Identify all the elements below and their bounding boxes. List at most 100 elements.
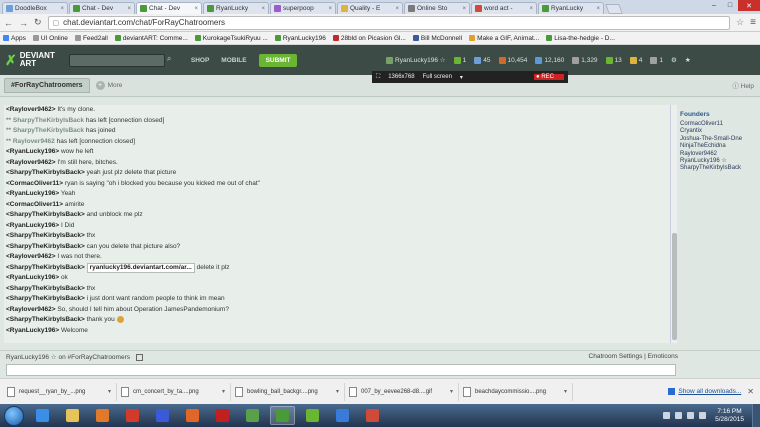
show-all-downloads-link[interactable]: Show all downloads...: [668, 388, 741, 395]
member-item[interactable]: Cryantix: [680, 128, 758, 135]
mobile-link[interactable]: MOBILE: [221, 57, 246, 64]
chat-username[interactable]: <Raylover9462>: [6, 159, 56, 166]
chat-username[interactable]: <CormacOliver11>: [6, 201, 63, 208]
header-stat[interactable]: 45: [474, 56, 491, 64]
chat-username[interactable]: <SharpyTheKirbyIsBack>: [6, 285, 85, 292]
browser-tab[interactable]: Chat - Dev ×: [69, 2, 135, 14]
header-stat[interactable]: 4: [629, 56, 642, 64]
chevron-down-icon[interactable]: ▾: [222, 388, 225, 395]
browser-tab[interactable]: RyanLucky ×: [538, 2, 604, 14]
record-button[interactable]: ● REC: [534, 74, 564, 80]
bookmark-item[interactable]: Apps: [3, 35, 26, 42]
deviantart-logo[interactable]: ✗ DEVIANT ART: [5, 52, 55, 68]
chat-username[interactable]: <SharpyTheKirbyIsBack>: [6, 295, 85, 302]
tab-close-icon[interactable]: ×: [58, 6, 64, 12]
user-menu[interactable]: RyanLucky196 ☆: [386, 56, 446, 64]
chat-username[interactable]: ** SharpyTheKirbyIsBack: [6, 117, 84, 124]
chevron-down-icon[interactable]: ▾: [450, 388, 453, 395]
maximize-icon[interactable]: □: [722, 0, 738, 11]
close-icon[interactable]: ✕: [738, 0, 760, 11]
chatroom-links[interactable]: Chatroom Settings | Emoticons: [589, 353, 678, 360]
scrollbar-thumb[interactable]: [672, 233, 677, 340]
bookmark-item[interactable]: Lisa-the-hedgie - D...: [546, 35, 615, 42]
chat-username[interactable]: <SharpyTheKirbyIsBack>: [6, 316, 85, 323]
tab-close-icon[interactable]: ×: [460, 6, 466, 12]
taskbar-app[interactable]: [210, 406, 235, 425]
bookmark-item[interactable]: RyanLucky196: [274, 35, 326, 42]
taskbar-app[interactable]: [120, 406, 145, 425]
download-item[interactable]: request__ryan_by_...png ▾: [3, 382, 117, 401]
bookmark-item[interactable]: Bill McDonnell: [412, 35, 462, 42]
chat-username[interactable]: <Raylover9462>: [6, 106, 56, 113]
chevron-down-icon[interactable]: ▾: [108, 388, 111, 395]
chat-username[interactable]: <SharpyTheKirbyIsBack>: [6, 211, 85, 218]
back-icon[interactable]: ←: [4, 18, 13, 28]
tab-close-icon[interactable]: ×: [259, 6, 265, 12]
chat-username[interactable]: <SharpyTheKirbyIsBack>: [6, 264, 85, 271]
minimize-icon[interactable]: –: [706, 0, 722, 11]
header-stat[interactable]: 1: [650, 56, 663, 64]
chat-username[interactable]: ** Raylover9462: [6, 138, 55, 145]
download-item[interactable]: bowling_ball_backgr....png ▾: [231, 382, 345, 401]
member-item[interactable]: Joshua-The-Small-One: [680, 136, 758, 143]
header-stat[interactable]: 13: [605, 56, 622, 64]
site-search-input[interactable]: [68, 53, 165, 67]
recorder-crop-icon[interactable]: ⛶: [376, 74, 380, 81]
chat-username[interactable]: <SharpyTheKirbyIsBack>: [6, 243, 85, 250]
taskbar-app[interactable]: [240, 406, 265, 425]
show-desktop-button[interactable]: [752, 404, 760, 427]
taskbar-app[interactable]: [360, 406, 385, 425]
header-star-icon[interactable]: ★: [685, 56, 691, 64]
taskbar-app[interactable]: [150, 406, 175, 425]
browser-tab[interactable]: DoodleBox ×: [2, 2, 68, 14]
tab-close-icon[interactable]: ×: [125, 6, 131, 12]
chevron-down-icon[interactable]: ▾: [564, 388, 567, 395]
new-tab-button[interactable]: [605, 4, 623, 14]
header-stat[interactable]: 1: [453, 56, 466, 64]
header-more-icon[interactable]: ⚙: [671, 56, 677, 64]
clock[interactable]: 7:16 PM 5/28/2015: [715, 408, 744, 424]
chat-username[interactable]: <CormacOliver11>: [6, 180, 63, 187]
reload-icon[interactable]: ↻: [34, 17, 42, 28]
chat-username[interactable]: <SharpyTheKirbyIsBack>: [6, 169, 85, 176]
bookmark-star-icon[interactable]: ☆: [736, 17, 744, 28]
recorder-resolution[interactable]: 1366x768: [388, 74, 414, 80]
volume-icon[interactable]: [699, 412, 707, 419]
menu-icon[interactable]: ≡: [750, 17, 756, 28]
tab-chatroom[interactable]: #ForRayChatroomers: [4, 78, 90, 93]
chat-username[interactable]: ** SharpyTheKirbyIsBack: [6, 127, 84, 134]
bookmark-item[interactable]: UI Online: [32, 35, 68, 42]
tab-close-icon[interactable]: ×: [527, 6, 533, 12]
browser-tab[interactable]: Chat - Dev ×: [136, 2, 202, 14]
browser-tab[interactable]: superpoop ×: [270, 2, 336, 14]
header-stat[interactable]: 1,329: [572, 56, 598, 64]
bookmark-item[interactable]: Make a GIF, Animat...: [469, 35, 539, 42]
chat-username[interactable]: <Raylover9462>: [6, 253, 56, 260]
chat-username[interactable]: <RyanLucky196>: [6, 190, 59, 197]
more-rooms-button[interactable]: + More: [95, 81, 122, 90]
settings-icon[interactable]: [136, 353, 143, 361]
bookmark-item[interactable]: deviantART: Comme...: [114, 35, 188, 42]
taskbar-app[interactable]: [60, 406, 85, 425]
chat-username[interactable]: <RyanLucky196>: [6, 148, 59, 155]
tray-arrow-icon[interactable]: [663, 412, 671, 419]
bookmark-item[interactable]: Feed2all: [74, 35, 108, 42]
taskbar-app[interactable]: [270, 406, 295, 425]
chat-username[interactable]: <RyanLucky196>: [6, 327, 59, 334]
bookmark-item[interactable]: KurokageTsukiRyuu ...: [194, 35, 268, 42]
taskbar-app[interactable]: [180, 406, 205, 425]
browser-tab[interactable]: RyanLucky ×: [203, 2, 269, 14]
shop-link[interactable]: SHOP: [191, 57, 209, 64]
browser-tab[interactable]: Online Sto ×: [404, 2, 470, 14]
chat-link[interactable]: ryanlucky196.deviantart.com/ar...: [86, 262, 195, 273]
browser-tab[interactable]: Quality - E ×: [337, 2, 403, 14]
forward-icon[interactable]: →: [19, 18, 28, 28]
bookmark-item[interactable]: 28bld on Picasion Gl...: [332, 35, 406, 42]
start-button[interactable]: [4, 405, 24, 426]
tab-close-icon[interactable]: ×: [393, 6, 399, 12]
chat-username[interactable]: <RyanLucky196>: [6, 274, 59, 281]
tab-close-icon[interactable]: ×: [326, 6, 332, 12]
submit-button[interactable]: SUBMIT: [258, 53, 298, 67]
status-user[interactable]: RyanLucky196 ☆: [6, 353, 57, 361]
chat-username[interactable]: <RyanLucky196>: [6, 222, 59, 229]
